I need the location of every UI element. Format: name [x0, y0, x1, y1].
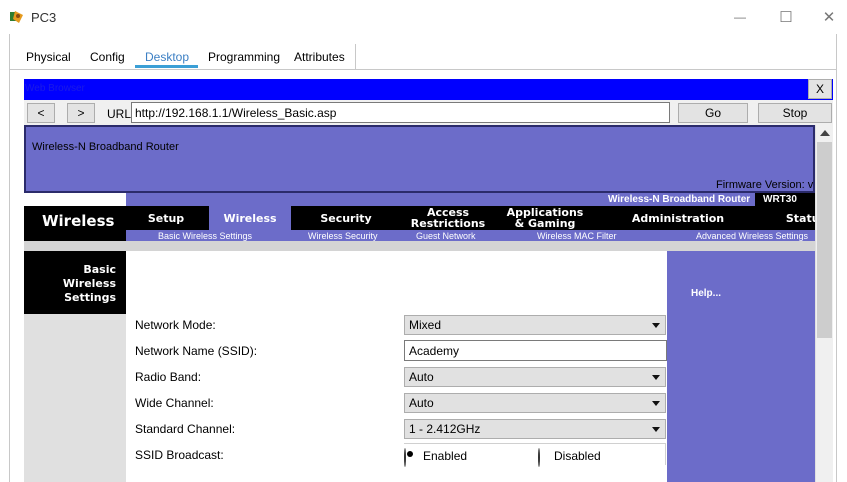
tab-attributes[interactable]: Attributes — [294, 50, 345, 64]
subnav-guest-network[interactable]: Guest Network — [416, 231, 476, 241]
scroll-thumb[interactable] — [817, 142, 832, 338]
nav-wireless[interactable]: Wireless — [214, 206, 286, 230]
scroll-up-icon[interactable] — [820, 130, 830, 136]
standard-channel-value: 1 - 2.412GHz — [409, 422, 481, 436]
app-window: PC3 — ☐ ✕ Physical Config Desktop Progra… — [0, 0, 847, 482]
radio-band-select[interactable]: Auto — [404, 367, 666, 387]
ssid-broadcast-enabled-label: Enabled — [423, 449, 468, 463]
model-badge: WRT30 — [755, 193, 815, 206]
standard-channel-label: Standard Channel: — [135, 422, 236, 436]
ssid-broadcast-group: Enabled Disabled — [404, 443, 666, 467]
standard-channel-select[interactable]: 1 - 2.412GHz — [404, 419, 666, 439]
network-mode-select[interactable]: Mixed — [404, 315, 666, 335]
nav-setup[interactable]: Setup — [136, 206, 196, 230]
web-viewport: Wireless-N Broadband Router Firmware Ver… — [24, 125, 815, 482]
forward-button[interactable]: > — [67, 103, 95, 123]
ssid-broadcast-label: SSID Broadcast: — [135, 448, 224, 462]
nav-security[interactable]: Security — [307, 206, 385, 230]
help-column: Help... — [667, 251, 815, 482]
app-icon — [9, 9, 25, 25]
firmware-version: Firmware Version: v — [716, 179, 814, 191]
page-heading-box: Basic Wireless Settings — [24, 251, 126, 314]
url-label: URL — [107, 107, 132, 121]
model-name: WRT30 — [763, 194, 797, 205]
section-nav: Wireless Setup Wireless Security Access … — [24, 206, 815, 241]
help-link[interactable]: Help... — [691, 288, 721, 299]
window-title: PC3 — [31, 9, 57, 25]
go-button[interactable]: Go — [678, 103, 748, 123]
browser-close-button[interactable]: X — [808, 79, 832, 99]
ssid-broadcast-disabled-radio[interactable] — [538, 448, 540, 467]
vertical-scrollbar[interactable] — [815, 125, 833, 482]
model-line: Wireless-N Broadband Router — [608, 194, 751, 205]
browser-title-bar: Web Browser X — [24, 79, 833, 100]
page-heading: Basic Wireless Settings — [62, 263, 116, 304]
tab-bar: Physical Config Desktop Programming Attr… — [10, 34, 836, 70]
stop-button[interactable]: Stop — [758, 103, 832, 123]
minimize-button[interactable]: — — [728, 8, 752, 26]
router-brand: Wireless-N Broadband Router — [32, 141, 179, 153]
active-tab-underline — [135, 65, 198, 68]
back-button[interactable]: < — [27, 103, 55, 123]
tab-config[interactable]: Config — [90, 50, 125, 64]
tab-strip-baseline — [10, 69, 836, 70]
ssid-broadcast-enabled-radio[interactable] — [404, 448, 406, 467]
subnav-basic-wireless[interactable]: Basic Wireless Settings — [158, 231, 252, 241]
subnav-advanced-wireless[interactable]: Advanced Wireless Settings — [696, 231, 808, 241]
title-bar: PC3 — ☐ ✕ — [0, 0, 847, 34]
model-strip: Wireless-N Broadband Router WRT30 — [24, 193, 815, 206]
chevron-down-icon — [652, 323, 660, 328]
tab-strip-edge — [355, 44, 356, 69]
radio-band-label: Radio Band: — [135, 370, 202, 384]
nav-administration[interactable]: Administration — [628, 206, 728, 230]
nav-applications-gaming[interactable]: Applications & Gaming — [504, 206, 586, 230]
nav-status[interactable]: Status — [776, 206, 815, 230]
tab-programming[interactable]: Programming — [208, 50, 280, 64]
network-mode-label: Network Mode: — [135, 318, 216, 332]
subnav-mac-filter[interactable]: Wireless MAC Filter — [537, 231, 617, 241]
network-mode-value: Mixed — [409, 318, 442, 332]
address-bar: < > URL http://192.168.1.1/Wireless_Basi… — [24, 100, 833, 125]
maximize-button[interactable]: ☐ — [774, 7, 798, 27]
url-input[interactable]: http://192.168.1.1/Wireless_Basic.asp — [131, 102, 670, 123]
chevron-down-icon — [652, 401, 660, 406]
chevron-down-icon — [652, 375, 660, 380]
browser-title: Web Browser — [25, 83, 85, 94]
ssid-label: Network Name (SSID): — [135, 344, 258, 358]
tab-desktop[interactable]: Desktop — [145, 50, 189, 64]
section-title: Wireless — [42, 212, 115, 230]
nav-access-restrictions[interactable]: Access Restrictions — [408, 206, 488, 230]
wide-channel-label: Wide Channel: — [135, 396, 214, 410]
subnav-wireless-security[interactable]: Wireless Security — [308, 231, 378, 241]
tab-physical[interactable]: Physical — [26, 50, 71, 64]
wide-channel-value: Auto — [409, 396, 434, 410]
radio-band-value: Auto — [409, 370, 434, 384]
close-button[interactable]: ✕ — [817, 7, 841, 27]
ssid-input[interactable]: Academy — [404, 340, 667, 361]
chevron-down-icon — [652, 427, 660, 432]
wide-channel-select[interactable]: Auto — [404, 393, 666, 413]
ssid-broadcast-disabled-label: Disabled — [554, 449, 601, 463]
separator-band — [24, 241, 815, 251]
router-header: Wireless-N Broadband Router Firmware Ver… — [24, 125, 815, 193]
